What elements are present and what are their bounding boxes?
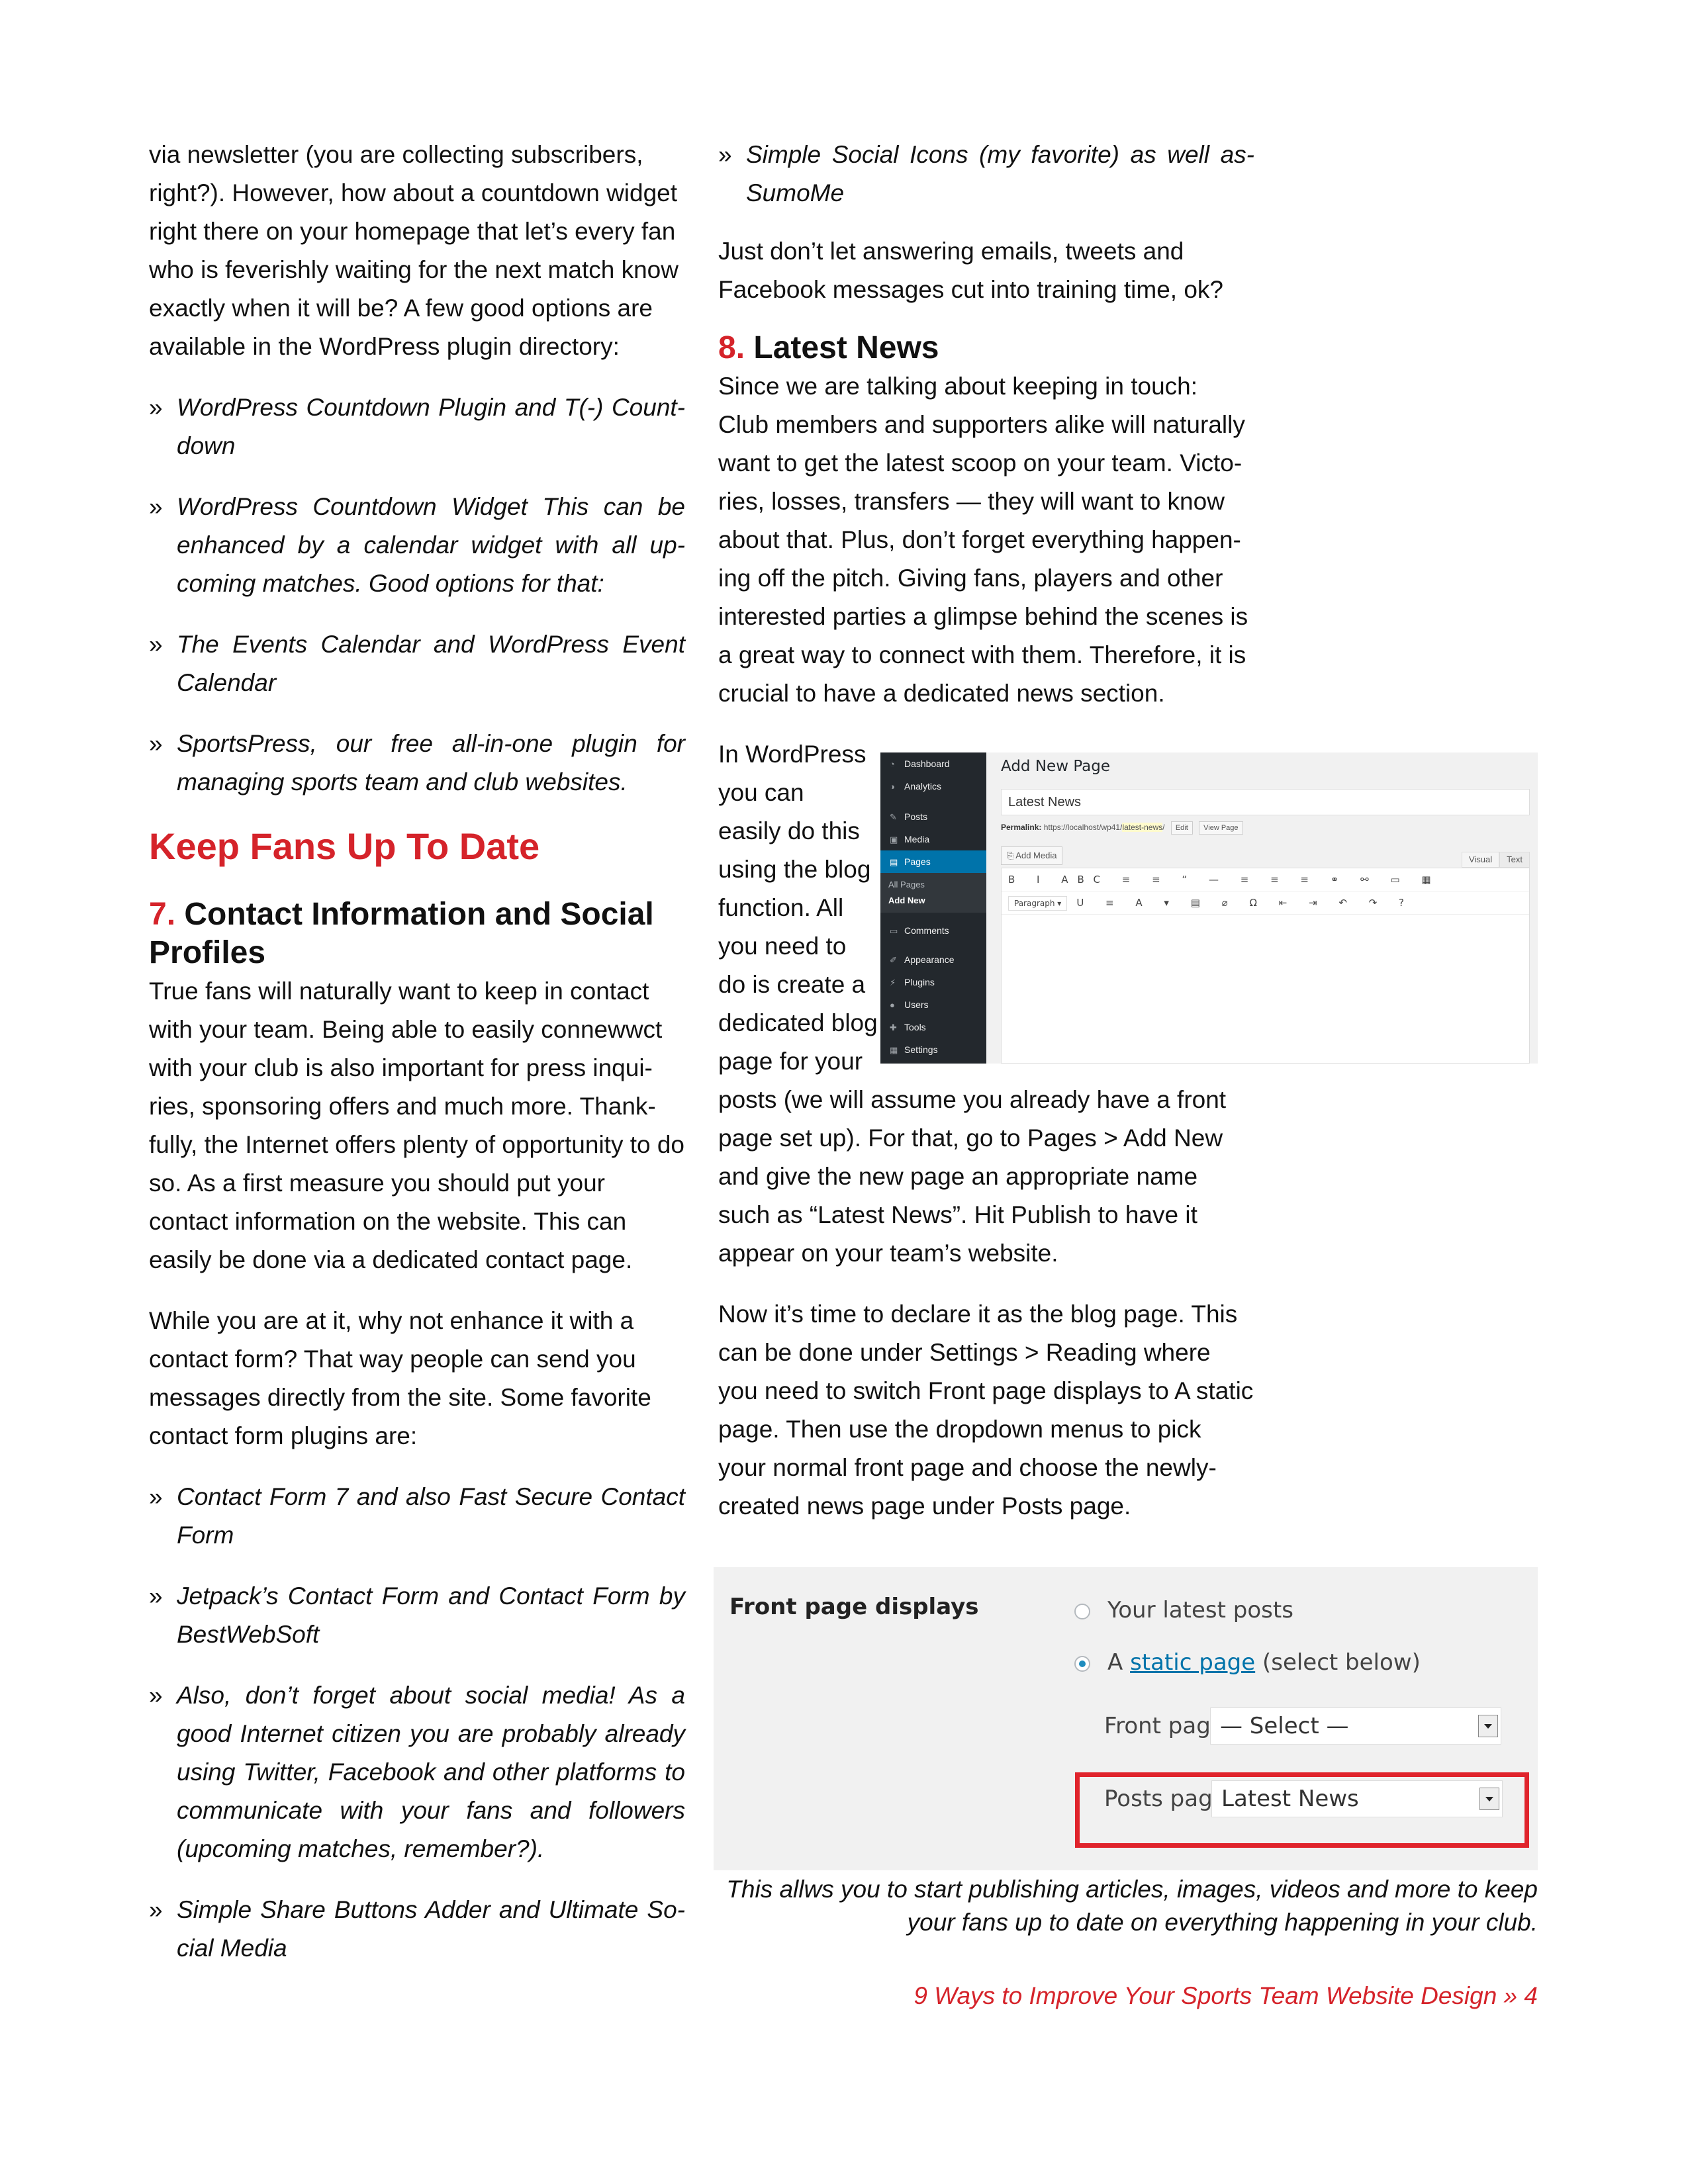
wp-add-media-button[interactable]: ⎘ Add Media — [1001, 846, 1063, 865]
section-8-paragraph-2: posts (we will assume you already have a… — [718, 1086, 1227, 1267]
reading-settings-screenshot: Front page displays Your latest posts A … — [714, 1567, 1538, 1870]
heading-keep-fans: Keep Fans Up To Date — [149, 825, 540, 867]
section-7-paragraph-1: True fans will naturally want to keep in… — [149, 978, 685, 1273]
wp-menu-appearance[interactable]: ✐ Appearance — [880, 948, 986, 971]
wp-menu-comments[interactable]: ▭ Comments — [880, 919, 986, 942]
wp-view-page-button[interactable]: View Page — [1199, 821, 1243, 835]
analytics-icon: ◑ — [890, 782, 895, 792]
figure-caption: This allws you to start publishing artic… — [726, 1876, 1538, 1936]
section-7-title: Contact Information and Social Profiles — [149, 897, 654, 970]
wp-menu-posts[interactable]: ✎ Posts — [880, 805, 986, 828]
wp-permalink-slug: latest-news — [1122, 823, 1163, 832]
section-7-number: 7. — [149, 897, 176, 932]
section-8-paragraph-1: Since we are talking about keeping in to… — [718, 373, 1248, 707]
settings-icon: ▦ — [890, 1045, 898, 1055]
bullet-jetpack: Jetpack’s Contact Form and Contact Form … — [149, 1577, 685, 1654]
comment-icon: ▭ — [890, 926, 898, 936]
section-8-title: Latest News — [753, 330, 939, 365]
wp-submenu-all-pages[interactable]: All Pages — [880, 877, 986, 893]
dropdown-arrow-icon[interactable] — [1478, 1715, 1498, 1737]
wp-pages-submenu: All Pages Add New — [880, 873, 986, 913]
media-icon: ⎘ — [1007, 850, 1016, 860]
media-icon: ▣ — [890, 835, 898, 844]
dashboard-icon: ◔ — [890, 759, 895, 769]
wp-menu-analytics[interactable]: ◑ Analytics — [880, 775, 986, 797]
training-paragraph: Just don’t let answering emails, tweets … — [718, 238, 1223, 303]
wp-menu-users[interactable]: ● Users — [880, 993, 986, 1016]
pin-icon: ✎ — [890, 812, 897, 822]
wp-menu-dashboard[interactable]: ◔ Dashboard — [880, 752, 986, 775]
front-page-displays-label: Front page displays — [729, 1594, 979, 1620]
radio-selected-icon[interactable] — [1074, 1656, 1090, 1672]
format-select[interactable]: Paragraph ▾ — [1008, 895, 1068, 911]
section-8-heading: 8. Latest News — [718, 329, 1254, 367]
bullet-countdown-plugin: WordPress Countdown Plugin and T(-) Coun… — [149, 388, 685, 465]
bullet-events-calendar: The Events Calendar and WordPress Event … — [149, 625, 685, 702]
bullet-social-icons: Simple Social Icons (my favorite) as wel… — [718, 136, 1254, 212]
wp-page-title: Add New Page — [1001, 758, 1110, 775]
wp-permalink-edit-button[interactable]: Edit — [1170, 821, 1193, 835]
option-static-page[interactable]: A static page (select below) — [1074, 1649, 1421, 1676]
bullet-countdown-widget: WordPress Countdown Widget This can be e… — [149, 488, 685, 603]
wp-menu-plugins[interactable]: ⚡ Plugins — [880, 971, 986, 993]
wp-editor-tabs: Visual Text — [1461, 852, 1530, 868]
wp-toolbar-row-2: Paragraph ▾ U ≡ A ▾ ▤ ⌀ Ω ⇤ ⇥ ↶ ↷ ? — [1002, 891, 1529, 915]
wp-title-input[interactable]: Latest News — [1001, 789, 1530, 815]
radio-icon[interactable] — [1074, 1604, 1090, 1619]
section-8-paragraph-3: Now it’s time to declare it as the blog … — [718, 1300, 1254, 1520]
wp-menu-pages[interactable]: ▤ Pages — [880, 850, 986, 873]
option-latest-posts[interactable]: Your latest posts — [1074, 1597, 1293, 1623]
tab-visual[interactable]: Visual — [1461, 852, 1500, 868]
section-7-heading: 7. Contact Information and Social Profil… — [149, 895, 685, 972]
front-page-select[interactable]: — Select — — [1210, 1707, 1501, 1745]
page-footer: 9 Ways to Improve Your Sports Team Websi… — [914, 1982, 1538, 2009]
tab-text[interactable]: Text — [1499, 852, 1530, 868]
wrench-icon: ✚ — [890, 1023, 897, 1032]
wp-admin-sidebar: ◔ Dashboard ◑ Analytics ✎ Posts ▣ Media ▤ Pag… — [880, 752, 986, 1064]
wp-menu-media[interactable]: ▣ Media — [880, 828, 986, 850]
wp-permalink: Permalink: https://localhost/wp41/latest… — [1001, 821, 1243, 835]
pages-icon: ▤ — [890, 857, 898, 867]
wp-menu-settings[interactable]: ▦ Settings — [880, 1038, 986, 1061]
wp-content-editor[interactable]: B I ABC ≡ ≡ “ — ≡ ≡ ≡ ⚭ ⚯ ▭ ▦ Paragraph … — [1001, 868, 1530, 1064]
bullet-sportspress: SportsPress, our free all-in-one plugin … — [149, 725, 685, 801]
bullet-social-media: Also, don’t forget about social media! A… — [149, 1676, 685, 1868]
wp-menu-tools[interactable]: ✚ Tools — [880, 1016, 986, 1038]
wp-toolbar-row-1[interactable]: B I ABC ≡ ≡ “ — ≡ ≡ ≡ ⚭ ⚯ ▭ ▦ — [1002, 868, 1529, 891]
bullet-contact-form-7: Contact Form 7 and also Fast Secure Cont… — [149, 1478, 685, 1555]
static-page-link[interactable]: static page — [1130, 1649, 1255, 1676]
section-8-number: 8. — [718, 330, 745, 365]
left-column: via newsletter (you are collecting subsc… — [149, 136, 685, 1990]
intro-paragraph: via newsletter (you are collecting subsc… — [149, 141, 679, 360]
wp-add-page-screenshot: ◔ Dashboard ◑ Analytics ✎ Posts ▣ Media ▤ Pag… — [880, 752, 1538, 1064]
wp-editor-area: Add New Page Latest News Permalink: http… — [986, 752, 1538, 1064]
wp-submenu-add-new[interactable]: Add New — [880, 893, 986, 909]
brush-icon: ✐ — [890, 955, 897, 965]
bullet-share-buttons: Simple Share Buttons Adder and Ultimate … — [149, 1891, 685, 1968]
posts-page-highlight-box — [1075, 1772, 1529, 1848]
user-icon: ● — [890, 1000, 895, 1010]
plugin-icon: ⚡ — [890, 978, 896, 987]
section-7-paragraph-2: While you are at it, why not enhance it … — [149, 1307, 651, 1449]
